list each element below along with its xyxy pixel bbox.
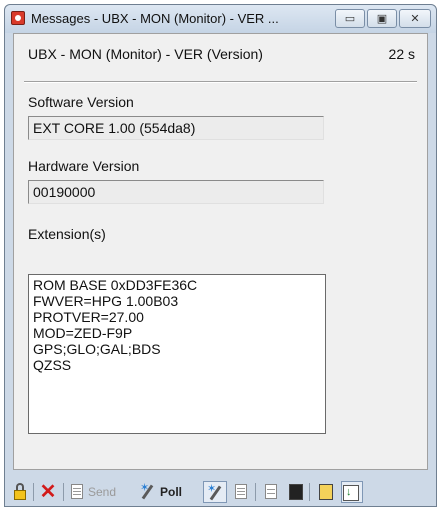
poll-button[interactable]: ✶ Poll [139, 481, 197, 503]
send-doc-icon [69, 481, 85, 503]
save-icon[interactable] [287, 481, 305, 503]
hardware-version-field[interactable]: 00190000 [28, 180, 324, 204]
maximize-button[interactable]: ▣ [367, 9, 397, 28]
minimize-button[interactable]: ▭ [335, 9, 365, 28]
autoscroll-icon[interactable]: ↓ [341, 481, 363, 503]
header-divider [24, 81, 417, 83]
extensions-textbox[interactable]: ROM BASE 0xDD3FE36C FWVER=HPG 1.00B03 PR… [28, 274, 326, 434]
hardware-version-label: Hardware Version [28, 158, 140, 174]
send-label: Send [88, 485, 117, 499]
extension-line: QZSS [33, 357, 72, 373]
extension-line: PROTVER=27.00 [33, 309, 144, 325]
toolbar-separator [33, 483, 34, 501]
toolbar: ✕ Send ✶ Poll ✶ ↓ [5, 477, 436, 507]
message-age: 22 s [388, 46, 415, 62]
wand-icon[interactable]: ✶ [203, 481, 227, 503]
delete-icon[interactable]: ✕ [39, 481, 57, 503]
extension-line: GPS;GLO;GAL;BDS [33, 341, 161, 357]
extensions-label: Extension(s) [28, 226, 106, 242]
messages-window: Messages - UBX - MON (Monitor) - VER ...… [4, 4, 437, 507]
message-name: UBX - MON (Monitor) - VER (Version) [28, 46, 263, 62]
toolbar-separator [255, 483, 256, 501]
extension-line: ROM BASE 0xDD3FE36C [33, 277, 198, 293]
poll-label: Poll [160, 485, 183, 499]
message-panel: UBX - MON (Monitor) - VER (Version) 22 s… [13, 33, 428, 470]
software-version-label: Software Version [28, 94, 134, 110]
open-icon[interactable] [317, 481, 335, 503]
extension-line: MOD=ZED-F9P [33, 325, 133, 341]
extension-line: FWVER=HPG 1.00B03 [33, 293, 179, 309]
title-bar[interactable]: Messages - UBX - MON (Monitor) - VER ...… [5, 5, 436, 33]
app-icon[interactable] [11, 11, 25, 25]
toolbar-separator [63, 483, 64, 501]
close-button[interactable]: ✕ [399, 9, 431, 28]
copy-icon[interactable] [263, 481, 279, 503]
send-button[interactable]: Send [69, 481, 131, 503]
software-version-field[interactable]: EXT CORE 1.00 (554da8) [28, 116, 324, 140]
window-title: Messages - UBX - MON (Monitor) - VER ... [31, 11, 279, 26]
poll-icon: ✶ [139, 481, 157, 503]
lock-icon[interactable] [11, 481, 29, 503]
list-icon[interactable] [233, 481, 249, 503]
toolbar-separator [309, 483, 310, 501]
